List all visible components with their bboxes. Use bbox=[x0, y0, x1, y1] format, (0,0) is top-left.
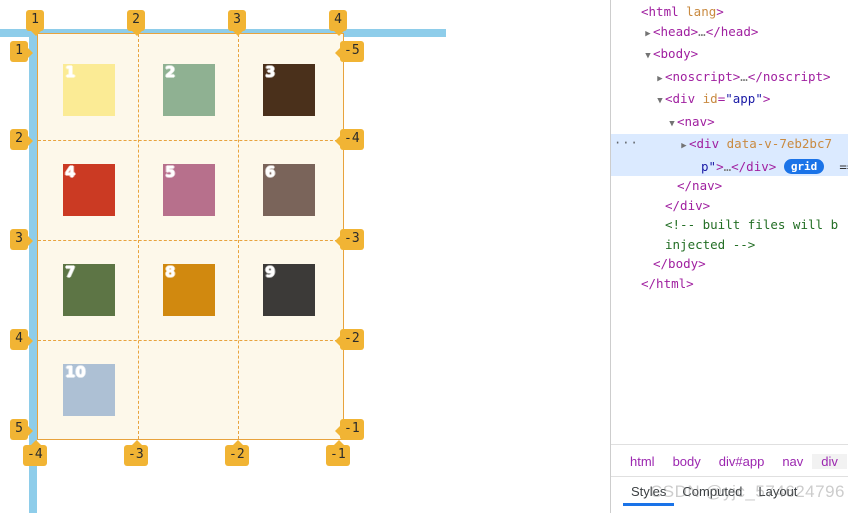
breadcrumb-item-div-app[interactable]: div#app bbox=[710, 454, 774, 469]
tab-computed[interactable]: Computed bbox=[674, 477, 750, 506]
dom-token-tag: > bbox=[716, 4, 724, 19]
dom-token-val: p" bbox=[701, 158, 717, 174]
grid-row-line-4 bbox=[38, 340, 343, 341]
grid-col-badge-top-2[interactable]: 2 bbox=[127, 10, 145, 36]
breadcrumb-item-html[interactable]: html bbox=[621, 454, 664, 469]
grid-row-badge-left-5[interactable]: 5 bbox=[10, 419, 33, 440]
dom-token-tag: <nav> bbox=[677, 113, 715, 129]
grid-item-8[interactable]: 8 bbox=[163, 264, 215, 316]
dom-token-tag: <body> bbox=[653, 46, 699, 61]
chevron-down-icon[interactable]: ▼ bbox=[667, 115, 677, 135]
dom-token-cmt: injected --> bbox=[665, 236, 756, 252]
dom-token-ellip: … bbox=[698, 23, 706, 39]
tab-styles[interactable]: Styles bbox=[623, 477, 675, 506]
grid-column-line-2 bbox=[137, 34, 139, 439]
grid-item-2[interactable]: 2 bbox=[163, 64, 215, 116]
grid-row-badge-left-1[interactable]: 1 bbox=[10, 41, 33, 62]
grid-row-badge-left-2[interactable]: 2 bbox=[10, 129, 33, 150]
grid-row-line-2 bbox=[38, 140, 343, 141]
grid-row-badge-left-4[interactable]: 4 bbox=[10, 329, 33, 350]
dom-node[interactable]: <html lang> bbox=[611, 2, 848, 22]
grid-col-badge-top-4[interactable]: 4 bbox=[329, 10, 347, 36]
breadcrumb-item-div[interactable]: div bbox=[812, 453, 847, 469]
breadcrumb[interactable]: html body div#app nav div bbox=[611, 444, 848, 477]
grid-row-badge-right-5[interactable]: -1 bbox=[335, 419, 364, 440]
grid-row-badge-left-3[interactable]: 3 bbox=[10, 229, 33, 250]
dom-token-val: "app" bbox=[725, 91, 763, 106]
dom-node[interactable]: ▼ <body> bbox=[611, 44, 848, 67]
dom-node[interactable]: </html> bbox=[611, 274, 848, 294]
dom-token-attr: id bbox=[702, 91, 718, 106]
dom-tree[interactable]: <html lang> ▶ <head>…</head> ▼ <body> ▶ <noscr… bbox=[611, 0, 848, 445]
dom-node[interactable]: ▼ <div id="app"> bbox=[611, 89, 848, 112]
dom-token-tag: </div> bbox=[665, 197, 711, 213]
grid-col-badge-bottom-3[interactable]: -2 bbox=[225, 440, 249, 466]
breadcrumb-item-nav[interactable]: nav bbox=[773, 454, 812, 469]
grid-row-badge-right-1[interactable]: -5 bbox=[335, 41, 364, 62]
grid-badge-chip[interactable]: grid bbox=[783, 158, 825, 174]
grid-item-5[interactable]: 5 bbox=[163, 164, 215, 216]
dom-node[interactable]: p">…</div> grid == bbox=[611, 156, 848, 176]
dom-node[interactable]: injected --> bbox=[611, 235, 848, 255]
dom-node[interactable]: </div> bbox=[611, 196, 848, 216]
grid-item-9[interactable]: 9 bbox=[263, 264, 315, 316]
grid-row-badge-right-2[interactable]: -4 bbox=[335, 129, 364, 150]
grid-col-badge-bottom-2[interactable]: -3 bbox=[124, 440, 148, 466]
grid-item-7[interactable]: 7 bbox=[63, 264, 115, 316]
dom-node[interactable]: </nav> bbox=[611, 176, 848, 196]
dom-token-tag: </body> bbox=[653, 256, 706, 271]
dom-token-tag: </nav> bbox=[677, 178, 723, 193]
dom-token-tag: <head> bbox=[653, 23, 699, 39]
chevron-right-icon[interactable]: ▶ bbox=[679, 137, 689, 157]
dom-token-tag: <div bbox=[665, 91, 703, 106]
chevron-down-icon[interactable]: ▼ bbox=[643, 47, 653, 67]
dom-token-tag: </noscript> bbox=[747, 68, 831, 84]
grid-item-10[interactable]: 10 bbox=[63, 364, 115, 416]
more-dots-icon[interactable]: ··· bbox=[614, 134, 639, 154]
grid-row-badge-right-4[interactable]: -2 bbox=[335, 329, 364, 350]
grid-item-6[interactable]: 6 bbox=[263, 164, 315, 216]
grid-column-line-3 bbox=[237, 34, 239, 439]
chevron-right-icon[interactable]: ▶ bbox=[643, 25, 653, 45]
grid-col-badge-bottom-1[interactable]: -4 bbox=[23, 440, 47, 466]
dom-token-ellip: … bbox=[740, 68, 748, 84]
dom-node[interactable]: ▼ <nav> bbox=[611, 112, 848, 135]
page-viewport: 1 2 3 4 5 6 7 8 9 10 1 2 3 4 -4 -3 -2 -1… bbox=[0, 0, 610, 513]
dom-token-tag: <html bbox=[641, 4, 687, 19]
grid-overlay-container: 1 2 3 4 5 6 7 8 9 10 bbox=[37, 33, 344, 440]
grid-col-badge-bottom-4[interactable]: -1 bbox=[326, 440, 350, 466]
dom-token-attr: lang bbox=[686, 4, 717, 19]
grid-row-line-3 bbox=[38, 240, 343, 241]
dom-token-tag: </html> bbox=[641, 275, 694, 291]
dom-token-tag: > bbox=[762, 91, 771, 106]
dom-token-cmt: <!-- built files will b bbox=[665, 217, 839, 232]
devtools-tab-strip[interactable]: Styles Computed Layout bbox=[611, 476, 848, 513]
tab-layout[interactable]: Layout bbox=[750, 477, 805, 506]
dom-token-attr: data-v-7eb2bc7 bbox=[726, 136, 832, 151]
grid-item-3[interactable]: 3 bbox=[263, 64, 315, 116]
dom-node[interactable]: </body> bbox=[611, 254, 848, 274]
grid-col-badge-top-1[interactable]: 1 bbox=[26, 10, 44, 36]
dom-node[interactable]: ▶ <head>…</head> bbox=[611, 22, 848, 45]
dom-token-tag: <noscript> bbox=[665, 68, 741, 84]
chevron-right-icon[interactable]: ▶ bbox=[655, 70, 665, 90]
dom-node[interactable]: <!-- built files will b bbox=[611, 215, 848, 235]
dom-token-tag: <div bbox=[689, 136, 727, 151]
breadcrumb-item-body[interactable]: body bbox=[664, 454, 710, 469]
dom-token-tag: </div> bbox=[731, 158, 784, 174]
grid-row-badge-right-3[interactable]: -3 bbox=[335, 229, 364, 250]
dom-token-ellip: … bbox=[723, 158, 732, 174]
dom-token-tag: > bbox=[716, 158, 724, 174]
grid-item-1[interactable]: 1 bbox=[63, 64, 115, 116]
dom-token-tag: </head> bbox=[705, 23, 759, 39]
dom-node[interactable]: ··· ▶ <div data-v-7eb2bc7 bbox=[611, 134, 848, 157]
grid-item-4[interactable]: 4 bbox=[63, 164, 115, 216]
dom-node[interactable]: ▶ <noscript>…</noscript> bbox=[611, 67, 848, 90]
chevron-down-icon[interactable]: ▼ bbox=[655, 92, 665, 112]
dom-token-txt: == bbox=[839, 158, 848, 174]
grid-col-badge-top-3[interactable]: 3 bbox=[228, 10, 246, 36]
devtools-panel: <html lang> ▶ <head>…</head> ▼ <body> ▶ <noscr… bbox=[610, 0, 848, 513]
